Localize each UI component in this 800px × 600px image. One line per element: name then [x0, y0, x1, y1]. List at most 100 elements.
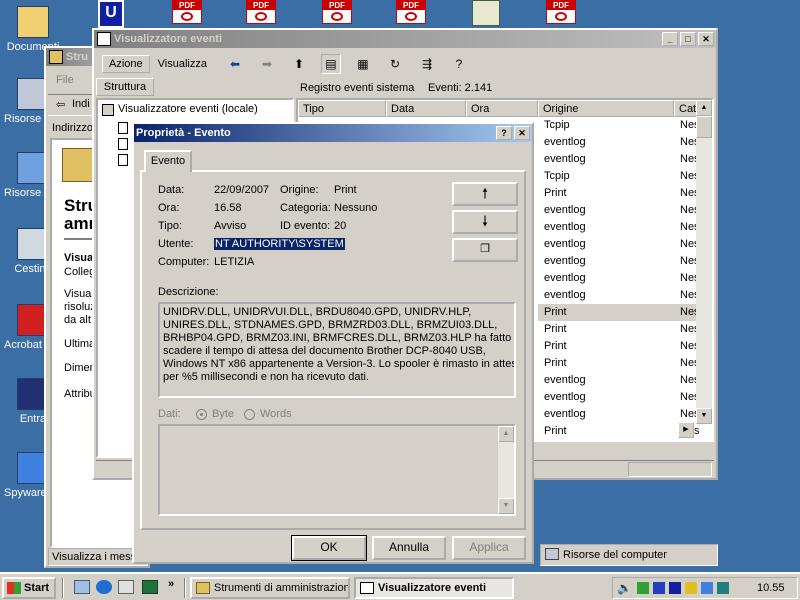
scroll-up-button[interactable]: ▲	[498, 426, 514, 442]
close-button[interactable]: ✕	[698, 32, 714, 46]
pdf-file-icon[interactable]: PDF	[246, 0, 276, 24]
menu-azione[interactable]: Azione	[102, 55, 150, 73]
refresh-icon[interactable]: ↻	[385, 54, 405, 74]
table-row[interactable]: eventlog Nes	[538, 236, 712, 253]
properties-icon[interactable]: ▦	[353, 54, 373, 74]
menu-visualizza[interactable]: Visualizza	[152, 56, 213, 72]
quicklaunch-desktop-icon[interactable]	[74, 580, 90, 594]
tree-root[interactable]: Visualizzatore eventi (locale)	[118, 103, 258, 115]
event-viewer-icon	[360, 582, 374, 594]
tray-spyware-icon[interactable]	[701, 582, 713, 594]
description-box[interactable]: UNIDRV.DLL, UNIDRVUI.DLL, BRDU8040.GPD, …	[158, 302, 516, 398]
table-row[interactable]: eventlog Nes	[538, 372, 712, 389]
scroll-right-button[interactable]: ▶	[678, 422, 694, 438]
value-categoria: Nessuno	[334, 202, 378, 214]
data-box[interactable]: ▲ ▼	[158, 424, 516, 516]
radio-byte[interactable]	[196, 409, 207, 420]
back-arrow-icon[interactable]: ⇦	[56, 98, 65, 111]
start-button[interactable]: Start	[2, 577, 56, 599]
event-properties-dialog[interactable]: Proprietà - Evento ? ✕ Evento Data: 22/0…	[132, 122, 534, 564]
pdf-file-icon[interactable]: PDF	[546, 0, 576, 24]
task-admin-tools[interactable]: Strumenti di amministrazione	[190, 577, 350, 599]
table-row[interactable]: Tcpip Nes	[538, 117, 712, 134]
column-categoria[interactable]: Cat	[674, 100, 698, 117]
help-button[interactable]: ?	[496, 126, 512, 140]
checklist-shortcut-icon[interactable]	[472, 0, 500, 26]
table-row[interactable]: eventlog Nes	[538, 287, 712, 304]
vertical-scrollbar[interactable]: ▲ ▼	[696, 100, 712, 424]
dialog-titlebar[interactable]: Proprietà - Evento ? ✕	[134, 124, 532, 142]
table-row[interactable]: PrintNes	[538, 321, 712, 338]
tab-struttura[interactable]: Struttura	[96, 78, 154, 96]
value-origine: Print	[334, 184, 357, 196]
table-row[interactable]: eventlog Nes	[538, 219, 712, 236]
log-node-icon[interactable]	[118, 154, 128, 166]
up-folder-icon[interactable]: ⬆	[289, 54, 309, 74]
back-button-label[interactable]: Indi	[72, 98, 90, 110]
pdf-file-icon[interactable]: PDF	[322, 0, 352, 24]
table-row[interactable]: PrintNes	[538, 185, 712, 202]
cell-origine: eventlog	[544, 289, 586, 301]
tray-computer-icon[interactable]	[717, 582, 729, 594]
apply-button[interactable]: Applica	[452, 536, 526, 560]
forward-arrow-icon[interactable]: ➡	[257, 54, 277, 74]
dialog-close-button[interactable]: ✕	[514, 126, 530, 140]
volume-icon[interactable]: 🔈	[617, 581, 632, 595]
radio-words[interactable]	[244, 409, 255, 420]
table-row[interactable]: PrintNes	[538, 355, 712, 372]
tray-media-icon[interactable]	[653, 582, 665, 594]
export-icon[interactable]: ⇶	[417, 54, 437, 74]
table-row[interactable]: eventlog Nes	[538, 134, 712, 151]
quicklaunch-excel-icon[interactable]	[142, 580, 158, 594]
menu-file[interactable]: File	[56, 74, 74, 86]
column-ora[interactable]: Ora	[466, 100, 538, 117]
ok-button[interactable]: OK	[291, 535, 367, 561]
quicklaunch-more[interactable]: »	[168, 578, 174, 590]
status-bar-computer: Risorse del computer	[540, 544, 718, 566]
pdf-file-icon[interactable]: PDF	[396, 0, 426, 24]
event-viewer-titlebar[interactable]: Visualizzatore eventi _ □ ✕	[94, 30, 716, 48]
task-event-viewer[interactable]: Visualizzatore eventi	[354, 577, 514, 599]
table-row[interactable]: eventlog Nes	[538, 202, 712, 219]
scroll-down-button[interactable]: ▼	[498, 498, 514, 514]
log-node-icon[interactable]	[118, 122, 128, 134]
back-arrow-icon[interactable]: ⬅	[225, 54, 245, 74]
show-tree-icon[interactable]: ▤	[320, 54, 341, 74]
scroll-down-button[interactable]: ▼	[696, 408, 712, 424]
data-scrollbar[interactable]: ▲ ▼	[498, 426, 514, 514]
table-row[interactable]: eventlog Nes	[538, 253, 712, 270]
minimize-button[interactable]: _	[662, 32, 678, 46]
tray-security-icon[interactable]	[685, 582, 697, 594]
table-row[interactable]: PrintNes	[538, 304, 712, 321]
table-row[interactable]: eventlog Nes	[538, 389, 712, 406]
quicklaunch-ie-icon[interactable]	[96, 580, 112, 594]
menu-toolbar: Azione Visualizza ⬅ ➡ ⬆ ▤ ▦ ↻ ⇶ ?	[94, 52, 716, 76]
copy-button[interactable]: ❐	[452, 238, 518, 262]
maximize-button[interactable]: □	[680, 32, 696, 46]
computer-icon	[545, 548, 559, 560]
help-icon[interactable]: ?	[449, 54, 469, 74]
tab-evento[interactable]: Evento	[144, 150, 192, 172]
value-utente[interactable]: NT AUTHORITY\SYSTEM	[214, 238, 345, 250]
next-event-button[interactable]: 🠗	[452, 210, 518, 234]
scroll-thumb[interactable]	[696, 116, 712, 138]
previous-event-button[interactable]: 🠕	[452, 182, 518, 206]
clock[interactable]: 10.55	[757, 582, 785, 594]
column-origine[interactable]: Origine	[538, 100, 674, 117]
quicklaunch-outlook-icon[interactable]	[118, 580, 134, 594]
column-data[interactable]: Data	[386, 100, 466, 117]
table-row[interactable]: PrintNes	[538, 338, 712, 355]
table-row[interactable]: eventlog Nes	[538, 151, 712, 168]
table-row[interactable]: eventlog Nes	[538, 270, 712, 287]
tray-app-icon[interactable]	[637, 582, 649, 594]
tray-network-icon[interactable]	[669, 582, 681, 594]
pdf-file-icon[interactable]: PDF	[172, 0, 202, 24]
scroll-up-button[interactable]: ▲	[696, 100, 712, 116]
application-shortcut-icon[interactable]: U	[98, 0, 124, 28]
description-line: UNIRES.DLL, STDNAMES.GPD, BRMZRD03.DLL, …	[163, 319, 498, 331]
column-tipo[interactable]: Tipo	[298, 100, 386, 117]
cancel-button[interactable]: Annulla	[372, 536, 446, 560]
table-row[interactable]: eventlog Nes	[538, 406, 712, 423]
table-row[interactable]: Tcpip Nes	[538, 168, 712, 185]
log-node-icon[interactable]	[118, 138, 128, 150]
